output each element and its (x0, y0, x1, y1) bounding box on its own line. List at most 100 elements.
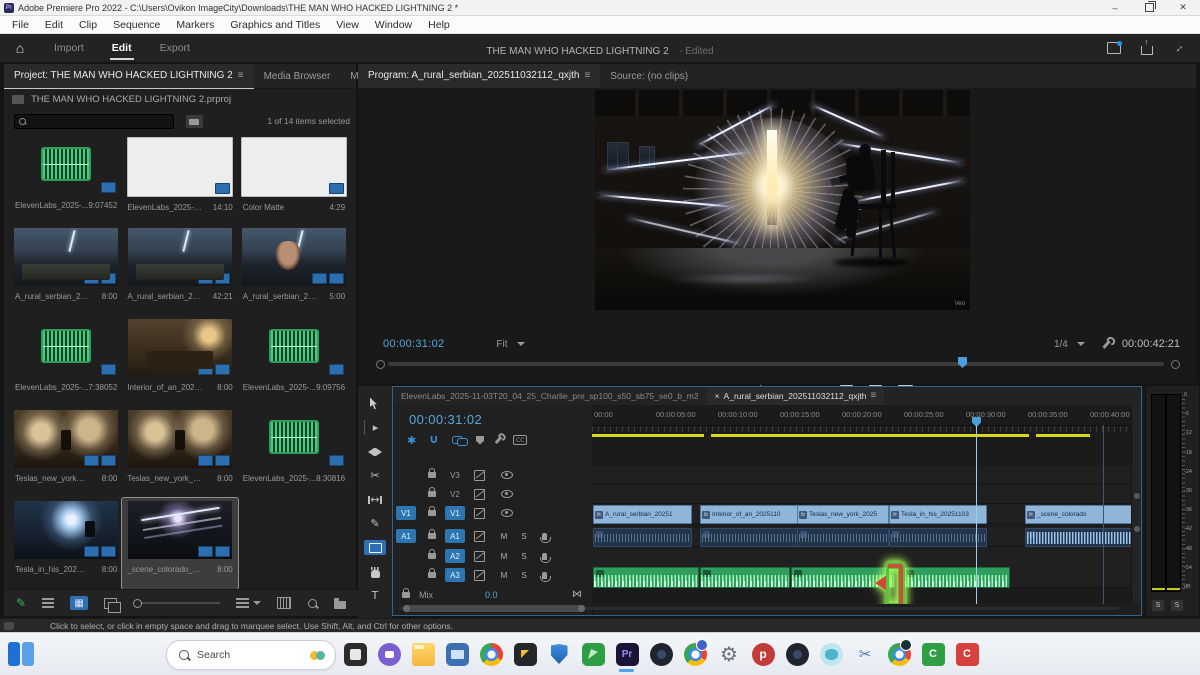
menu-graphics-and-titles[interactable]: Graphics and Titles (222, 19, 328, 31)
minimize-button[interactable]: – (1098, 0, 1132, 15)
menu-clip[interactable]: Clip (71, 19, 105, 31)
snap-icon[interactable]: ∩ (429, 433, 439, 447)
target-track-button[interactable]: A3 (445, 568, 465, 582)
voiceover-record-icon[interactable] (542, 553, 547, 560)
teams-chat-icon[interactable] (377, 640, 401, 668)
mute-button[interactable]: M (497, 532, 511, 541)
sync-lock-icon[interactable] (474, 489, 485, 500)
target-track-button[interactable]: V1 (445, 506, 465, 520)
panel-menu-icon[interactable]: ≡ (584, 70, 590, 81)
lock-icon[interactable] (428, 472, 436, 478)
project-item-thumbnail[interactable] (242, 410, 346, 468)
target-track-button[interactable]: A1 (445, 529, 465, 543)
sync-lock-icon[interactable] (474, 531, 485, 542)
track-lane-v3[interactable] (592, 466, 1132, 485)
voiceover-record-icon[interactable] (542, 572, 547, 579)
lock-icon[interactable] (428, 553, 436, 559)
widgets-button[interactable] (8, 642, 34, 666)
tab-program-monitor[interactable]: Program: A_rural_serbian_202511032112_qx… (358, 64, 600, 89)
target-track-button[interactable]: V2 (445, 487, 465, 501)
timeline-vertical-scrollbar[interactable] (1131, 405, 1141, 604)
menu-markers[interactable]: Markers (168, 19, 222, 31)
source-chip[interactable]: V1 (396, 506, 416, 520)
tab-media-browser[interactable]: Media Browser (254, 64, 341, 88)
zoom-fit-dropdown[interactable]: Fit (496, 339, 524, 350)
pen-tool[interactable]: ✎ (364, 516, 386, 531)
track-lane-a2[interactable] (592, 547, 1132, 567)
brain-app-icon[interactable] (819, 640, 843, 668)
project-item[interactable]: ElevenLabs_2025-11-...14:10 (122, 134, 237, 225)
timeline-clip-video[interactable]: fxTeslas_new_york_2025 (797, 505, 889, 524)
linked-selection-icon[interactable] (452, 436, 463, 444)
menu-file[interactable]: File (4, 19, 37, 31)
windows-security-icon[interactable] (547, 640, 571, 668)
project-item[interactable]: Interior_of_an_202511...8:00 (122, 316, 237, 407)
lock-icon[interactable] (402, 592, 410, 598)
track-lane-v2[interactable] (592, 485, 1132, 504)
project-item-thumbnail[interactable] (242, 228, 346, 286)
timeline-clip-music[interactable] (700, 567, 790, 588)
type-tool[interactable]: T (364, 588, 386, 603)
project-item-thumbnail[interactable] (14, 410, 118, 468)
sort-icon[interactable] (236, 598, 249, 608)
dark-app-icon-2[interactable] (785, 640, 809, 668)
thumbnail-zoom-slider[interactable] (133, 599, 220, 608)
mode-tab-export[interactable]: Export (146, 36, 204, 60)
sync-lock-icon[interactable] (474, 508, 485, 519)
rectangle-tool[interactable] (364, 540, 386, 555)
sync-lock-icon[interactable] (474, 551, 485, 562)
timeline-horizontal-scrollbar[interactable] (399, 605, 1119, 612)
project-item-thumbnail[interactable] (241, 137, 347, 197)
slip-tool[interactable]: ↔ (364, 492, 386, 507)
menu-view[interactable]: View (328, 19, 367, 31)
menu-sequence[interactable]: Sequence (105, 19, 168, 31)
fullscreen-icon[interactable]: ↔ (1170, 40, 1186, 56)
nest-sequences-icon[interactable]: ✱ (407, 434, 416, 447)
timeline-clip-music[interactable] (593, 567, 699, 588)
source-patch-v1[interactable]: V1 (393, 506, 419, 520)
chrome-icon[interactable] (479, 640, 503, 668)
close-tab-icon[interactable]: × (715, 391, 720, 401)
track-lane-a1[interactable] (592, 527, 1132, 547)
filter-bin-icon[interactable] (186, 115, 203, 128)
project-item-thumbnail[interactable] (14, 319, 118, 377)
sync-lock-icon[interactable] (474, 570, 485, 581)
lock-icon[interactable] (428, 491, 436, 497)
mute-button[interactable]: M (497, 571, 511, 580)
camtasia-icon[interactable]: C (921, 640, 945, 668)
voiceover-record-icon[interactable] (542, 533, 547, 540)
tab-source-monitor[interactable]: Source: (no clips) (600, 64, 698, 88)
source-patch-a1[interactable]: A1 (393, 529, 419, 543)
timeline-clip-audio[interactable] (797, 528, 889, 547)
premiere-pro-icon[interactable]: Pr (615, 640, 639, 668)
program-playhead[interactable] (958, 357, 967, 368)
mute-button[interactable]: M (497, 552, 511, 561)
solo-button[interactable]: S (517, 532, 531, 541)
settings-icon[interactable]: ⚙ (717, 640, 741, 668)
solo-left-button[interactable]: S (1151, 599, 1165, 612)
project-item[interactable]: A_rural_serbian_2025...5:00 (238, 225, 350, 316)
project-item[interactable]: Color Matte4:29 (238, 134, 350, 225)
timeline-clip-video[interactable]: fx_scene_colorado (1025, 505, 1132, 524)
timeline-current-timecode[interactable]: 00:00:31:02 (409, 412, 482, 427)
project-search-box[interactable] (14, 114, 174, 129)
taskbar-search[interactable]: Search (166, 640, 336, 670)
find-icon[interactable] (308, 599, 317, 608)
playback-resolution-dropdown[interactable]: 1/4 (1054, 339, 1085, 350)
start-button[interactable] (134, 646, 150, 662)
source-chip[interactable]: A1 (396, 529, 416, 543)
close-button[interactable]: ✕ (1166, 0, 1200, 15)
project-item[interactable]: ElevenLabs_2025-...8:30816 (238, 407, 350, 498)
mix-level-value[interactable]: 0.0 (485, 590, 498, 600)
lock-icon[interactable] (428, 533, 436, 539)
lock-icon[interactable] (428, 572, 436, 578)
timeline-track-area[interactable]: 00:0000:00:05:0000:00:10:0000:00:15:0000… (592, 405, 1132, 604)
home-button[interactable]: ⌂ (0, 40, 40, 56)
project-item[interactable]: _scene_colorado_2025...8:00 (122, 498, 237, 589)
mode-tab-import[interactable]: Import (40, 36, 98, 60)
mode-tab-edit[interactable]: Edit (98, 36, 146, 60)
solo-button[interactable]: S (517, 571, 531, 580)
panel-menu-icon[interactable]: ≡ (870, 390, 876, 401)
lock-icon[interactable] (428, 510, 436, 516)
settings-wrench-icon[interactable] (1102, 340, 1110, 349)
